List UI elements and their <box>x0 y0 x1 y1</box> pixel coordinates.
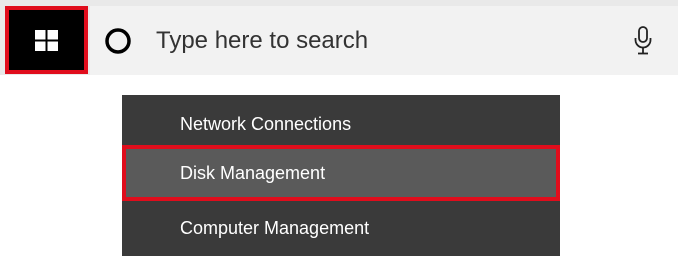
windows-logo-icon <box>35 30 58 51</box>
taskbar: Type here to search <box>0 0 678 75</box>
menu-item-label: Computer Management <box>180 218 370 238</box>
menu-item-label: Network Connections <box>180 114 352 134</box>
context-menu: Network Connections Disk Management Comp… <box>122 95 560 256</box>
cortana-circle-icon[interactable] <box>105 28 131 54</box>
screen: Type here to search Network Connections … <box>0 0 678 256</box>
menu-item-disk-management[interactable]: Disk Management <box>122 145 560 201</box>
menu-item-label: Disk Management <box>180 163 326 183</box>
start-button[interactable] <box>5 6 88 74</box>
menu-item-computer-management[interactable]: Computer Management <box>122 201 560 256</box>
microphone-icon[interactable] <box>633 26 653 56</box>
search-box[interactable]: Type here to search <box>90 6 678 75</box>
menu-item-network-connections[interactable]: Network Connections <box>122 98 560 150</box>
search-input[interactable]: Type here to search <box>156 27 368 55</box>
